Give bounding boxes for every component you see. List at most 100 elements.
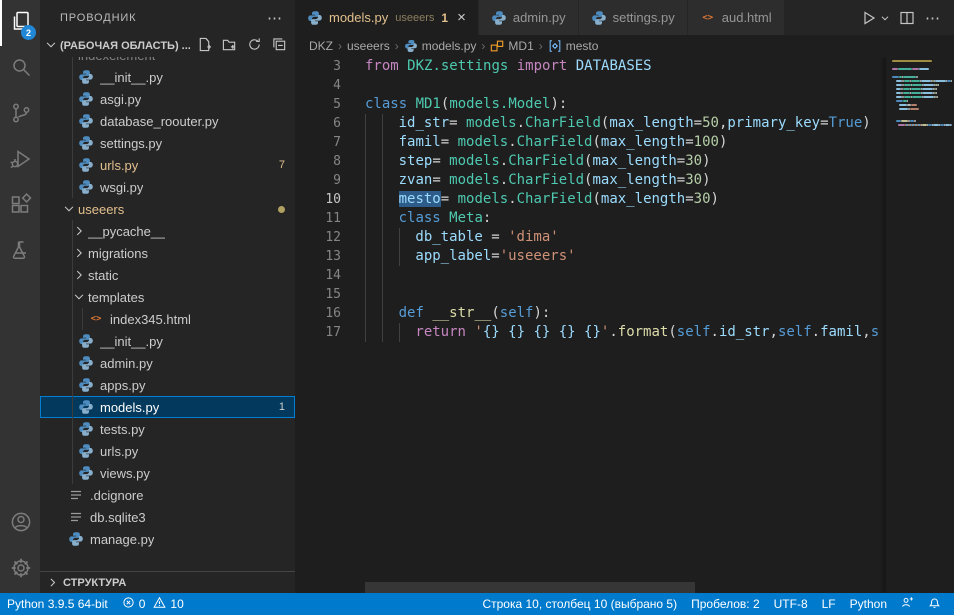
activity-source-control[interactable] — [0, 92, 40, 138]
python-icon — [68, 531, 84, 547]
breadcrumb-item-models.py[interactable]: models.py — [404, 39, 477, 53]
tree-item-views-py[interactable]: views.py — [40, 462, 295, 484]
status-cursor-position[interactable]: Строка 10, столбец 10 (выбрано 5) — [475, 593, 684, 615]
status-encoding[interactable]: UTF-8 — [767, 593, 815, 615]
tree-item-urls-py[interactable]: urls.py7 — [40, 154, 295, 176]
tab-aud-html[interactable]: <>aud.html — [688, 0, 784, 35]
activity-extensions[interactable] — [0, 184, 40, 230]
tree-item-label: database_roouter.py — [100, 114, 219, 129]
python-icon — [78, 179, 94, 195]
tree-item-label: apps.py — [100, 378, 146, 393]
tree-item-asgi-py[interactable]: asgi.py — [40, 88, 295, 110]
close-icon[interactable]: × — [457, 10, 466, 25]
code-line[interactable]: 10mesto= models.CharField(max_length=30) — [295, 190, 954, 209]
code-line[interactable]: 8step= models.CharField(max_length=30) — [295, 152, 954, 171]
more-actions-icon[interactable]: ⋯ — [922, 7, 944, 29]
status-eol[interactable]: LF — [815, 593, 843, 615]
tree-item-settings-py[interactable]: settings.py — [40, 132, 295, 154]
tree-item-useeers[interactable]: useeers — [40, 198, 295, 220]
breadcrumb-item-md1[interactable]: MD1 — [490, 39, 533, 53]
minimap-line — [892, 60, 952, 63]
status-language-mode[interactable]: Python — [843, 593, 894, 615]
code-line[interactable]: 16def __str__(self): — [295, 304, 954, 323]
code-line[interactable]: 7famil= models.CharField(max_length=100) — [295, 133, 954, 152]
tree-item--dcignore[interactable]: .dcignore — [40, 484, 295, 506]
minimap-line — [892, 76, 952, 79]
breadcrumb-item-useeers[interactable]: useeers — [347, 39, 390, 53]
code-tokens: return '{} {} {} {} {}'.format(self.id_s… — [365, 323, 879, 342]
activity-explorer[interactable]: 2 — [0, 0, 40, 46]
split-editor-icon[interactable] — [896, 7, 918, 29]
breadcrumb-item-dkz[interactable]: DKZ — [309, 39, 333, 53]
token: CharField — [508, 172, 584, 188]
tree-item-clipped[interactable]: indexelement — [40, 57, 295, 66]
status-notifications[interactable] — [921, 593, 948, 615]
status-python-version[interactable]: Python 3.9.5 64-bit — [0, 593, 115, 615]
tree-item-models-py[interactable]: models.py1 — [40, 396, 295, 418]
activity-settings-gear[interactable] — [0, 547, 40, 593]
indent-guide — [365, 152, 366, 171]
workspace-section-header[interactable]: (РАБОЧАЯ ОБЛАСТЬ) ... — [40, 35, 295, 57]
indent-guide — [382, 285, 383, 304]
tree-item-database-roouter-py[interactable]: database_roouter.py — [40, 110, 295, 132]
horizontal-scrollbar[interactable] — [365, 582, 695, 593]
breadcrumb-item-mesto[interactable]: mesto — [548, 39, 599, 53]
refresh-icon[interactable] — [247, 37, 262, 55]
tree-item--init-py[interactable]: __init__.py — [40, 66, 295, 88]
status-indentation[interactable]: Пробелов: 2 — [684, 593, 767, 615]
tree-indent-guide — [72, 220, 73, 484]
run-dropdown-icon[interactable] — [878, 7, 892, 29]
tree-item-wsgi-py[interactable]: wsgi.py — [40, 176, 295, 198]
tab-models-py[interactable]: models.pyuseeers1× — [295, 0, 478, 35]
tree-item-manage-py[interactable]: manage.py — [40, 528, 295, 550]
code-line[interactable]: 15 — [295, 285, 954, 304]
run-icon[interactable] — [858, 7, 880, 29]
activity-account[interactable] — [0, 501, 40, 547]
tree-item-templates[interactable]: templates — [40, 286, 295, 308]
tree-item-urls-py[interactable]: urls.py — [40, 440, 295, 462]
activity-search[interactable] — [0, 46, 40, 92]
code-tokens: class Meta: — [365, 209, 491, 228]
code-line[interactable]: 9zvan= models.CharField(max_length=30) — [295, 171, 954, 190]
tree-item-apps-py[interactable]: apps.py — [40, 374, 295, 396]
minimap[interactable] — [886, 57, 954, 593]
tree-item--pycache-[interactable]: __pycache__ — [40, 220, 295, 242]
tab-settings-py[interactable]: settings.py — [579, 0, 687, 35]
tree-item-static[interactable]: static — [40, 264, 295, 286]
tree-item-admin-py[interactable]: admin.py — [40, 352, 295, 374]
tab-admin-py[interactable]: admin.py — [479, 0, 578, 35]
code-line[interactable]: 5class MD1(models.Model): — [295, 95, 954, 114]
status-problems[interactable]: 010 — [115, 593, 191, 615]
code-line[interactable]: 4 — [295, 76, 954, 95]
code-line[interactable]: 13app_label='useeers' — [295, 247, 954, 266]
code-line[interactable]: 6id_str= models.CharField(max_length=50,… — [295, 114, 954, 133]
chevron-down-icon — [62, 202, 76, 216]
new-folder-icon[interactable] — [222, 37, 237, 55]
indent-guide — [365, 228, 366, 247]
status-feedback[interactable] — [894, 593, 921, 615]
minimap-segment — [911, 88, 921, 90]
code-line[interactable]: 14 — [295, 266, 954, 285]
activity-run-debug[interactable] — [0, 138, 40, 184]
new-file-icon[interactable] — [197, 37, 212, 55]
tree-item--init-py[interactable]: __init__.py — [40, 330, 295, 352]
outline-section-header[interactable]: СТРУКТУРА — [40, 571, 295, 593]
code-line[interactable]: 11class Meta: — [295, 209, 954, 228]
activity-testing[interactable] — [0, 230, 40, 276]
tree-item-label: migrations — [88, 246, 148, 261]
explorer-more-actions-icon[interactable]: ⋯ — [267, 9, 283, 27]
collapse-all-icon[interactable] — [272, 37, 287, 55]
code-line[interactable]: 12db_table = 'dima' — [295, 228, 954, 247]
minimap-segment — [892, 104, 899, 106]
tree-item-db-sqlite3[interactable]: db.sqlite3 — [40, 506, 295, 528]
tree-item-index345-html[interactable]: <>index345.html — [40, 308, 295, 330]
code-line[interactable]: 3from DKZ.settings import DATABASES — [295, 57, 954, 76]
token: = — [441, 134, 458, 150]
code-line[interactable]: 17return '{} {} {} {} {}'.format(self.id… — [295, 323, 954, 342]
minimap-segment — [903, 88, 910, 90]
tree-item-tests-py[interactable]: tests.py — [40, 418, 295, 440]
tree-item-migrations[interactable]: migrations — [40, 242, 295, 264]
code-editor[interactable]: 3from DKZ.settings import DATABASES45cla… — [295, 57, 954, 593]
minimap-line — [892, 88, 952, 91]
indent-guide — [365, 304, 366, 323]
